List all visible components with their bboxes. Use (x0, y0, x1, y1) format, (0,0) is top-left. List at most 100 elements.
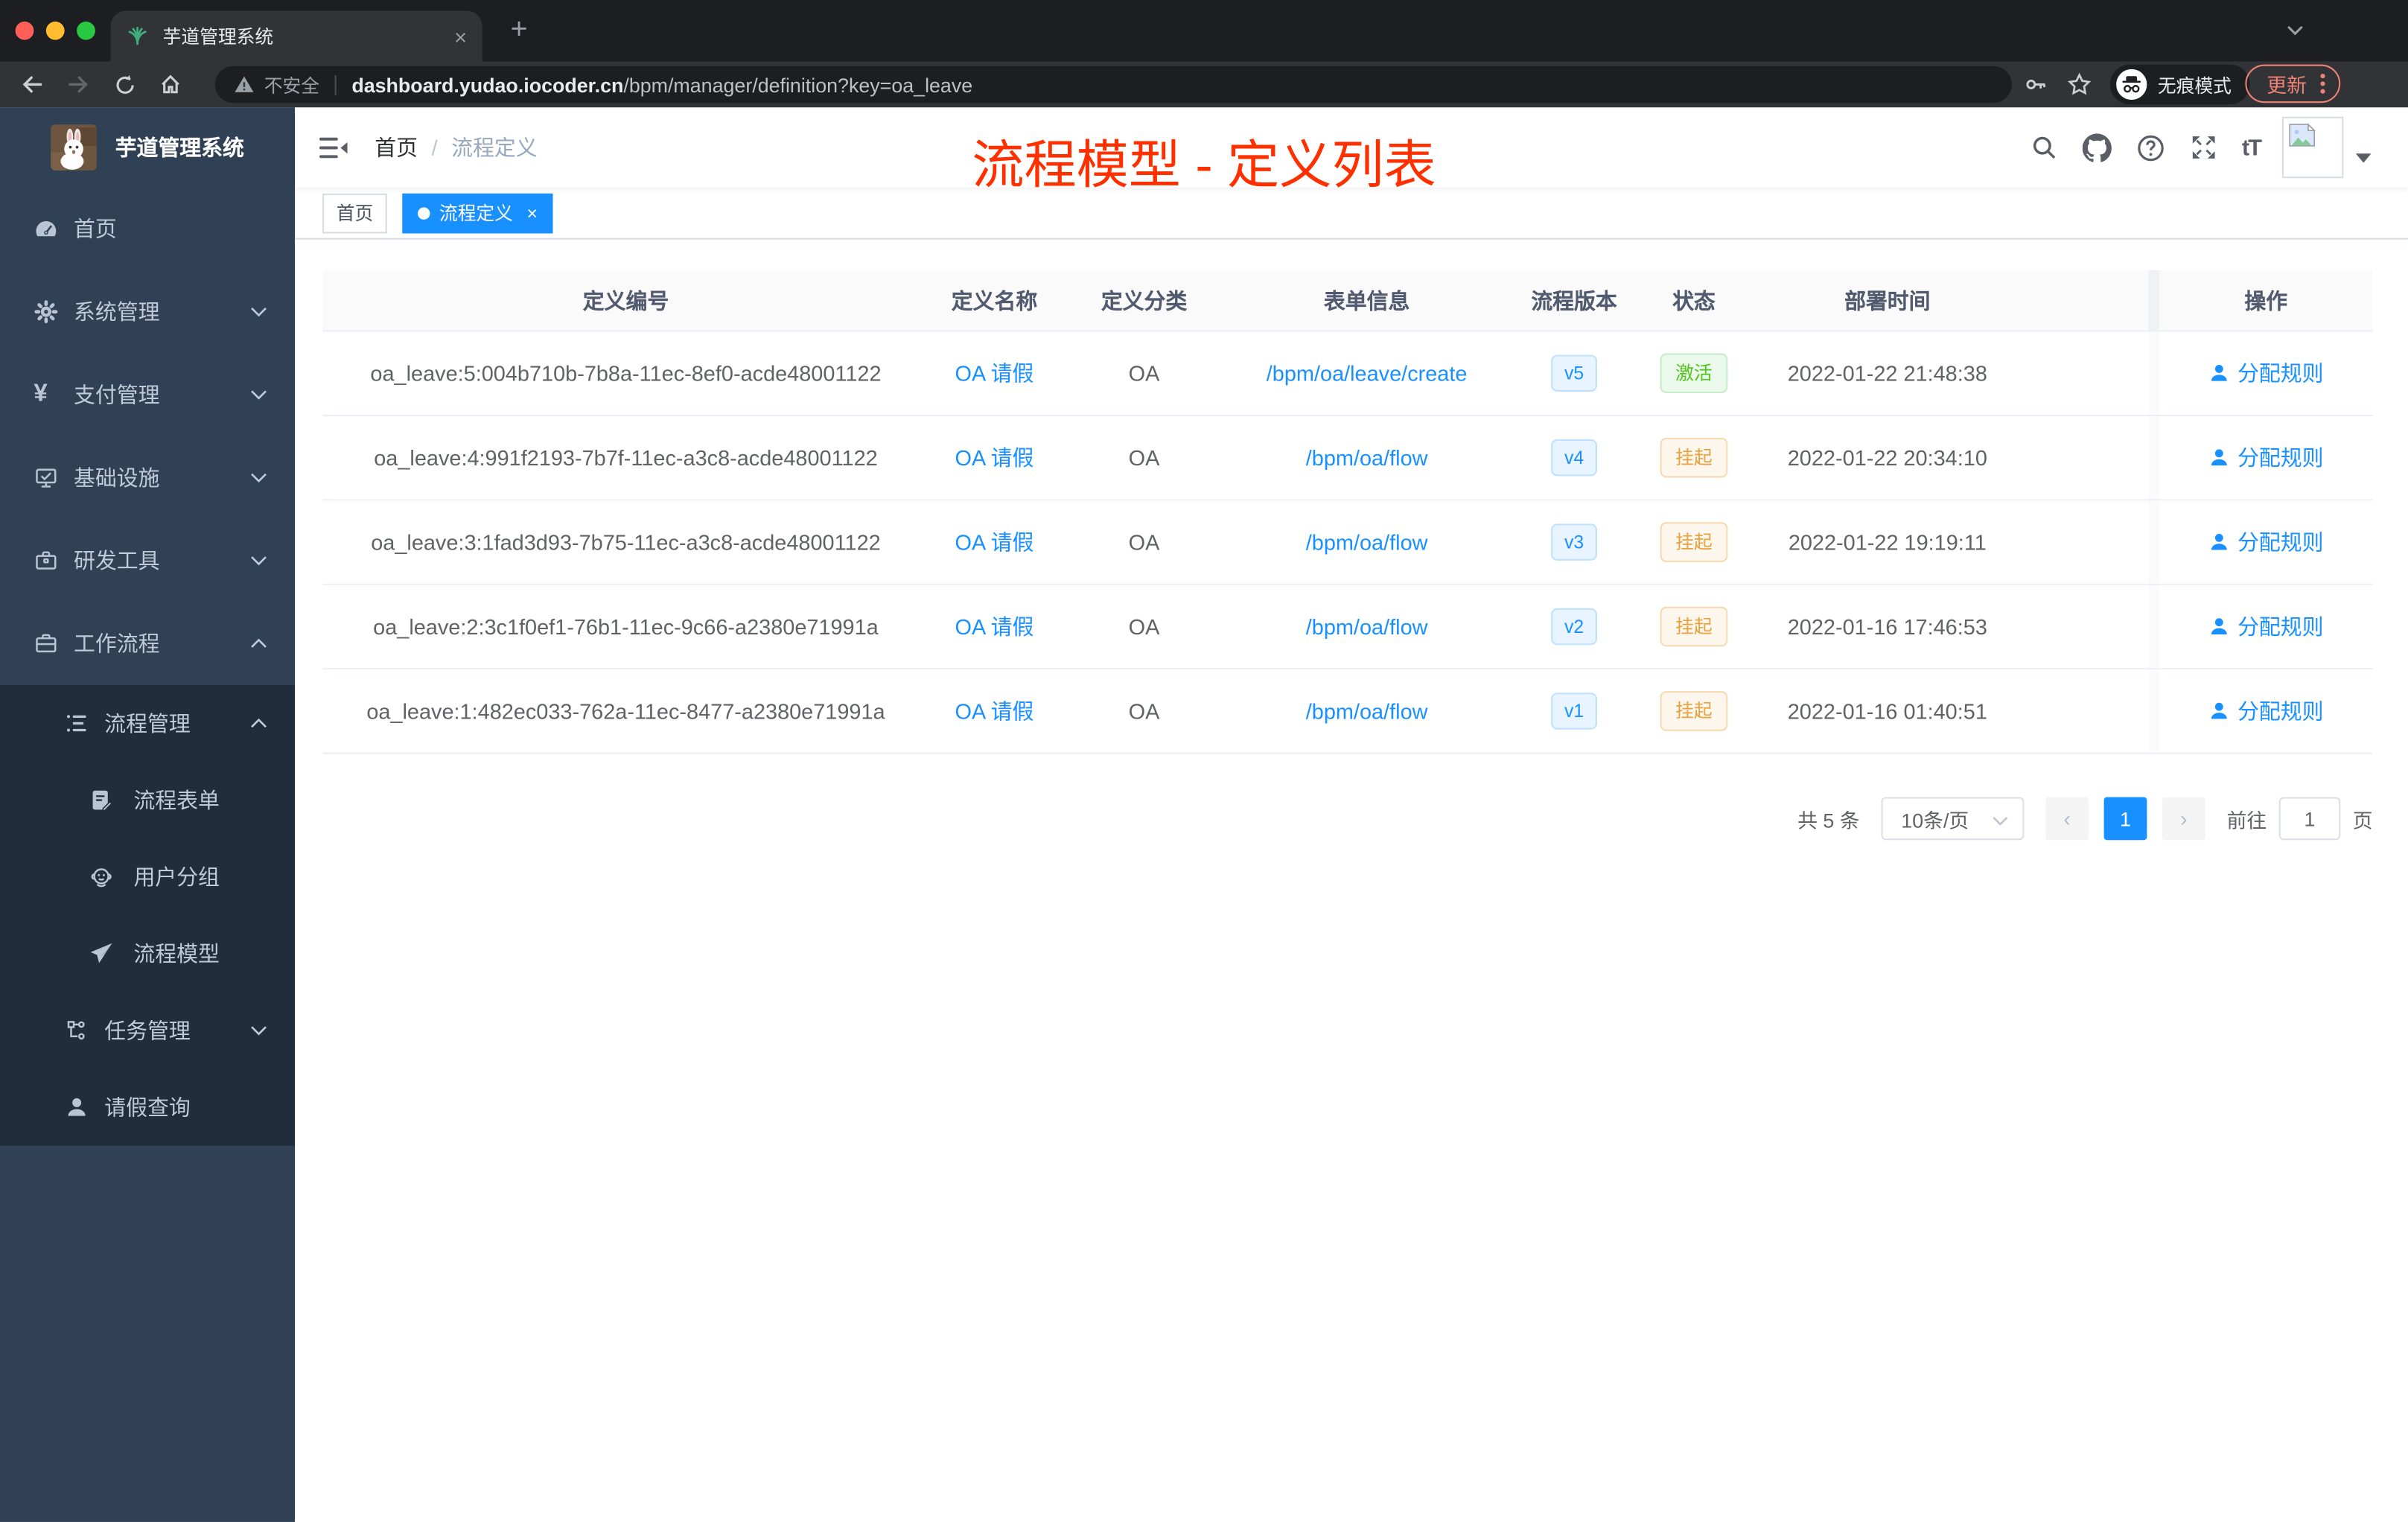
font-size-icon[interactable]: tT (2242, 134, 2262, 160)
star-icon[interactable] (2067, 72, 2092, 97)
sidebar-item-label: 流程表单 (133, 788, 220, 813)
assign-rule-button[interactable]: 分配规则 (2208, 611, 2324, 642)
caret-down-icon[interactable] (2355, 153, 2372, 163)
current-page-button[interactable]: 1 (2103, 797, 2147, 841)
kebab-menu-icon[interactable] (2320, 74, 2325, 94)
sidebar-item-process-form[interactable]: 流程表单 (0, 762, 295, 838)
gauge-icon (34, 217, 58, 241)
definition-table: 定义编号 定义名称 定义分类 表单信息 流程版本 状态 部署时间 操作 oa_l… (322, 270, 2373, 754)
column-header: 流程版本 (1531, 287, 1617, 313)
goto-page-input[interactable] (2278, 797, 2341, 841)
deploy-time: 2022-01-22 19:19:11 (1788, 529, 1987, 555)
next-page-button[interactable]: › (2162, 797, 2205, 841)
address-bar[interactable]: 不安全 dashboard.yudao.iocoder.cn/bpm/manag… (214, 66, 2012, 104)
browser-update-button[interactable]: 更新 (2245, 64, 2341, 104)
tab-search-chevron-icon[interactable] (2285, 20, 2305, 40)
action-label: 分配规则 (2237, 529, 2324, 555)
breadcrumb-separator: / (431, 135, 438, 160)
sidebar-item-home[interactable]: 首页 (0, 188, 295, 270)
assign-rule-button[interactable]: 分配规则 (2208, 695, 2324, 726)
key-icon[interactable] (2024, 72, 2048, 97)
back-icon[interactable] (9, 72, 55, 97)
sidebar-item-devtools[interactable]: 研发工具 (0, 519, 295, 602)
form-link[interactable]: /bpm/oa/flow (1306, 614, 1428, 639)
form-link[interactable]: /bpm/oa/leave/create (1267, 361, 1468, 386)
close-window-button[interactable] (15, 21, 34, 40)
home-icon[interactable] (147, 72, 194, 97)
person-icon (2211, 533, 2227, 550)
zoom-window-button[interactable] (77, 21, 95, 40)
sidebar-item-workflow[interactable]: 工作流程 (0, 602, 295, 685)
page-content: 定义编号 定义名称 定义分类 表单信息 流程版本 状态 部署时间 操作 oa_l… (295, 239, 2408, 1522)
sidebar-item-label: 请假查询 (104, 1095, 191, 1120)
incognito-label: 无痕模式 (2157, 74, 2232, 96)
search-icon[interactable] (2030, 133, 2057, 161)
app-title: 芋道管理系统 (115, 135, 244, 160)
breadcrumb-home[interactable]: 首页 (375, 132, 418, 162)
sidebar-item-label: 任务管理 (104, 1018, 191, 1043)
chevron-down-icon (250, 555, 267, 567)
sidebar-item-payment[interactable]: ¥ 支付管理 (0, 353, 295, 436)
fullscreen-icon[interactable] (2190, 133, 2217, 161)
new-tab-button[interactable]: + (500, 13, 538, 50)
app-shell: 芋道管理系统 首页 系统管理 ¥ 支付管理 基础设施 研发工具 工作流程 流程管… (0, 107, 2408, 1522)
browser-tab[interactable]: 芋道管理系统 × (110, 10, 482, 62)
close-tag-icon[interactable]: × (527, 202, 538, 223)
help-icon[interactable] (2136, 133, 2165, 162)
chevron-down-icon (250, 471, 267, 484)
minimize-window-button[interactable] (45, 21, 65, 40)
chevron-down-icon (1992, 815, 2009, 826)
definition-name-link[interactable]: OA 请假 (955, 695, 1033, 726)
column-header: 操作 (2244, 287, 2288, 313)
definition-name-link[interactable]: OA 请假 (955, 358, 1033, 389)
assign-rule-button[interactable]: 分配规则 (2208, 358, 2324, 389)
reload-icon[interactable] (101, 73, 147, 96)
sidebar-item-leave-query[interactable]: 请假查询 (0, 1069, 295, 1146)
forward-icon[interactable] (55, 72, 101, 97)
browser-toolbar: 不安全 dashboard.yudao.iocoder.cn/bpm/manag… (0, 61, 2408, 108)
definition-name-link[interactable]: OA 请假 (955, 611, 1033, 642)
definition-name-link[interactable]: OA 请假 (955, 526, 1033, 557)
avatar[interactable] (2281, 116, 2344, 179)
fixed-column-divider (2148, 415, 2159, 500)
sidebar-item-label: 支付管理 (74, 382, 160, 407)
version-badge: v1 (1550, 692, 1598, 730)
tag-process-definition[interactable]: 流程定义 × (402, 192, 553, 233)
sidebar-item-infrastructure[interactable]: 基础设施 (0, 436, 295, 519)
form-link[interactable]: /bpm/oa/flow (1306, 445, 1428, 470)
table-row: oa_leave:5:004b710b-7b8a-11ec-8ef0-acde4… (322, 331, 2373, 416)
form-link[interactable]: /bpm/oa/flow (1306, 698, 1428, 723)
prev-page-button[interactable]: ‹ (2045, 797, 2089, 841)
github-icon[interactable] (2082, 133, 2112, 162)
page-size-select[interactable]: 10条/页 (1881, 797, 2025, 841)
sidebar-item-process-management[interactable]: 流程管理 (0, 685, 295, 762)
main-area: 首页 / 流程定义 tT 首页 流程定义 × 定义编号 定义名称 定义分类 表单… (295, 107, 2408, 1522)
fixed-column-divider (2148, 585, 2159, 669)
assign-rule-button[interactable]: 分配规则 (2208, 526, 2324, 557)
tag-label: 首页 (336, 203, 374, 225)
user-icon (65, 1095, 89, 1120)
sidebar-item-process-model[interactable]: 流程模型 (0, 915, 295, 992)
action-label: 分配规则 (2237, 445, 2324, 471)
version-badge: v3 (1550, 523, 1598, 561)
fixed-column-divider (2148, 270, 2159, 331)
hamburger-icon[interactable] (295, 107, 372, 187)
definition-name-link[interactable]: OA 请假 (955, 442, 1033, 473)
column-filler (2030, 270, 2149, 330)
assign-rule-button[interactable]: 分配规则 (2208, 442, 2324, 473)
deploy-time: 2022-01-16 01:40:51 (1787, 698, 1987, 724)
form-link[interactable]: /bpm/oa/flow (1306, 530, 1428, 555)
breadcrumb-current: 流程定义 (451, 135, 538, 160)
toolbox-icon (34, 548, 58, 573)
pagination: 共 5 条 10条/页 ‹ 1 › 前往 页 (322, 797, 2373, 841)
status-badge: 激活 (1660, 353, 1728, 393)
sidebar-submenu-workflow: 流程管理 流程表单 用户分组 流程模型 任务管理 请假查询 (0, 684, 295, 1146)
chevron-up-icon (250, 717, 267, 730)
sidebar-item-task-management[interactable]: 任务管理 (0, 992, 295, 1069)
sidebar-item-user-group[interactable]: 用户分组 (0, 838, 295, 915)
close-tab-icon[interactable]: × (454, 25, 467, 47)
column-header: 部署时间 (1844, 287, 1931, 313)
security-label[interactable]: 不安全 (264, 71, 319, 98)
tag-home[interactable]: 首页 (322, 192, 387, 233)
sidebar-item-system[interactable]: 系统管理 (0, 270, 295, 353)
